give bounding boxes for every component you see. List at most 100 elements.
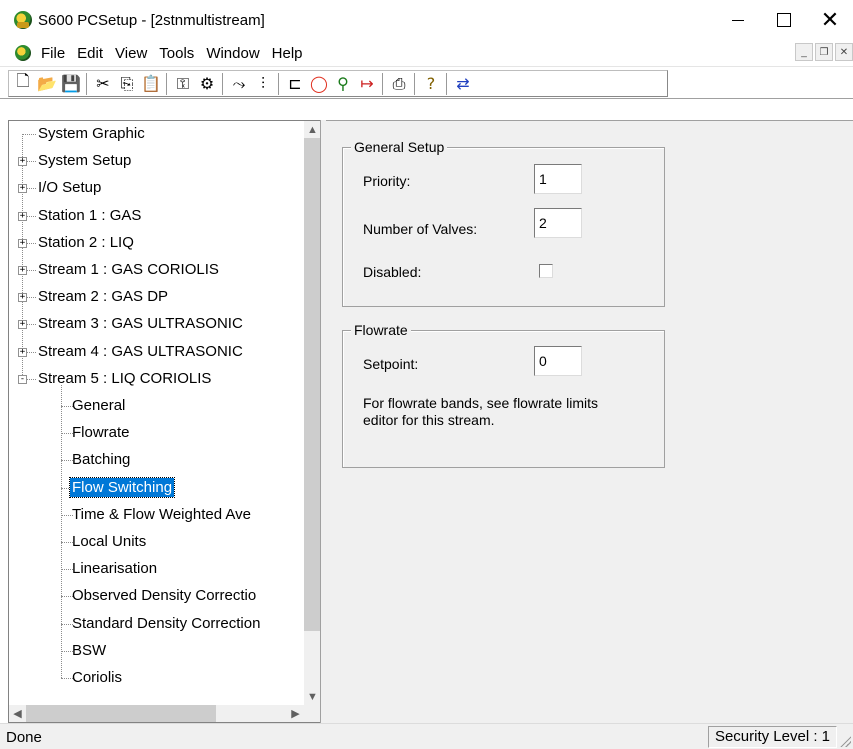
horizontal-scrollbar[interactable]: ◀ ▶ xyxy=(9,705,304,722)
expand-icon[interactable]: + xyxy=(18,320,27,330)
tree-node[interactable]: + System Setup xyxy=(9,149,304,173)
tree-child-node[interactable]: Batching xyxy=(9,448,304,472)
main-area: System Graphic + System Setup + I/O Setup + St… xyxy=(0,98,853,723)
menu-bar: File Edit View Tools Window Help _ ❐ ✕ xyxy=(0,40,853,66)
window-controls: ✕ xyxy=(715,0,853,40)
levels-icon[interactable]: ⫶ xyxy=(251,73,275,95)
tree-node[interactable]: + Station 1 : GAS xyxy=(9,204,304,228)
menu-window[interactable]: Window xyxy=(200,45,265,62)
tree-node[interactable]: + Stream 3 : GAS ULTRASONIC xyxy=(9,312,304,336)
tree-node-label: Station 1 : GAS xyxy=(38,206,142,224)
scroll-down-icon[interactable]: ▼ xyxy=(304,688,321,705)
tree-node-label: Local Units xyxy=(72,533,147,550)
tree-node-label: General xyxy=(72,397,126,414)
print-icon[interactable]: ⎙ xyxy=(387,73,411,95)
mdi-close-button[interactable]: ✕ xyxy=(835,43,853,61)
help-icon[interactable]: ? xyxy=(419,73,443,95)
expand-icon[interactable]: + xyxy=(18,238,27,248)
status-text: Done xyxy=(6,729,42,746)
title-bar: S600 PCSetup - [2stnmultistream] ✕ xyxy=(0,0,853,40)
tree-child-node[interactable]: Linearisation xyxy=(9,557,304,581)
menu-file[interactable]: File xyxy=(35,45,71,62)
disabled-checkbox[interactable] xyxy=(539,264,553,278)
expand-icon[interactable]: + xyxy=(18,211,27,221)
connect-icon[interactable]: ↦ xyxy=(355,73,379,95)
tree-child-node[interactable]: BSW xyxy=(9,639,304,663)
expand-icon[interactable]: + xyxy=(18,157,27,167)
expand-icon[interactable]: + xyxy=(18,293,27,303)
general-setup-group: General Setup Priority: Number of Valves… xyxy=(342,139,665,307)
open-icon[interactable]: 📂 xyxy=(35,73,59,95)
expand-icon[interactable]: + xyxy=(18,184,27,194)
new-icon[interactable]: 🗋 xyxy=(11,71,35,95)
tree-node-label: System Graphic xyxy=(38,125,145,142)
tree-child-node[interactable]: Flow Switching xyxy=(9,476,304,500)
document-icon[interactable] xyxy=(15,45,31,61)
tree-node-label: System Setup xyxy=(38,152,132,170)
tree-child-node[interactable]: Flowrate xyxy=(9,421,304,445)
maximize-button[interactable] xyxy=(761,0,807,40)
general-setup-legend: General Setup xyxy=(351,139,448,155)
cut-icon[interactable]: ✂ xyxy=(91,73,115,95)
app-icon[interactable] xyxy=(14,11,32,29)
expand-icon[interactable]: + xyxy=(18,266,27,275)
mdi-minimize-button[interactable]: _ xyxy=(795,43,813,61)
tree-node-label: Standard Density Correction xyxy=(72,614,261,632)
setpoint-input[interactable] xyxy=(534,346,582,376)
tree-node-label: BSW xyxy=(72,641,107,659)
tree-child-node[interactable]: Local Units xyxy=(9,530,304,554)
save-icon[interactable]: 💾 xyxy=(59,73,83,95)
tree-child-node[interactable]: Observed Density Correctio xyxy=(9,584,304,608)
scroll-left-icon[interactable]: ◀ xyxy=(9,705,26,722)
network-icon[interactable]: ⤳ xyxy=(227,73,251,95)
menu-tools[interactable]: Tools xyxy=(153,45,200,62)
plug-icon[interactable]: ⚲ xyxy=(331,73,355,95)
minimize-button[interactable] xyxy=(715,0,761,40)
close-button[interactable]: ✕ xyxy=(807,0,853,40)
tree-child-node[interactable]: Time & Flow Weighted Ave xyxy=(9,503,304,527)
tree-node[interactable]: - Stream 5 : LIQ CORIOLIS xyxy=(9,367,304,391)
menu-edit[interactable]: Edit xyxy=(71,45,109,62)
mdi-restore-button[interactable]: ❐ xyxy=(815,43,833,61)
ring-icon[interactable]: ◯ xyxy=(307,73,331,95)
tree-node[interactable]: + Stream 4 : GAS ULTRASONIC xyxy=(9,340,304,364)
collapse-icon[interactable]: - xyxy=(18,374,27,384)
find-icon[interactable]: ⚙ xyxy=(195,73,219,95)
tree-node-label: Time & Flow Weighted Ave xyxy=(72,505,251,523)
scroll-right-icon[interactable]: ▶ xyxy=(287,705,304,722)
tree-node[interactable]: System Graphic xyxy=(9,122,304,146)
tree-node[interactable]: + Stream 1 : GAS CORIOLIS xyxy=(9,258,304,282)
menu-help[interactable]: Help xyxy=(266,45,309,62)
window-title: S600 PCSetup - [2stnmultistream] xyxy=(38,11,265,29)
paste-icon[interactable]: 📋 xyxy=(139,73,163,95)
module-icon[interactable]: ⊏ xyxy=(283,73,307,95)
tree-node-label: Stream 2 : GAS DP xyxy=(38,288,169,306)
tree-node-label: Stream 4 : GAS ULTRASONIC xyxy=(38,342,243,360)
tree-node[interactable]: + Station 2 : LIQ xyxy=(9,231,304,255)
valves-input[interactable] xyxy=(534,208,582,238)
tree-view[interactable]: System Graphic + System Setup + I/O Setup + St… xyxy=(9,121,304,705)
vertical-scrollbar[interactable]: ▲ ▼ xyxy=(304,121,321,705)
tree-child-node[interactable]: General xyxy=(9,394,304,418)
setpoint-label: Setpoint: xyxy=(363,356,419,372)
transfer-icon[interactable]: ⇄ xyxy=(451,73,475,95)
tree-node-label: Coriolis xyxy=(72,669,123,686)
mdi-controls: _ ❐ ✕ xyxy=(793,43,853,61)
tree-panel: System Graphic + System Setup + I/O Setup + St… xyxy=(8,120,321,723)
menu-view[interactable]: View xyxy=(109,45,153,62)
horizontal-scroll-thumb[interactable] xyxy=(26,705,216,722)
scroll-up-icon[interactable]: ▲ xyxy=(304,121,321,138)
tree-node-label: Linearisation xyxy=(72,560,158,578)
vertical-scroll-thumb[interactable] xyxy=(304,138,321,631)
flowrate-note-line1: For flowrate bands, see flowrate limits xyxy=(363,395,598,411)
tree-node[interactable]: + Stream 2 : GAS DP xyxy=(9,285,304,309)
copy-icon[interactable]: ⎘ xyxy=(115,73,139,95)
key-icon[interactable]: ⚿ xyxy=(171,73,195,95)
priority-input[interactable] xyxy=(534,164,582,194)
tree-node[interactable]: + I/O Setup xyxy=(9,176,304,200)
tree-child-node[interactable]: Standard Density Correction xyxy=(9,612,304,636)
tree-node-label: Observed Density Correctio xyxy=(72,587,257,605)
resize-grip-icon[interactable] xyxy=(839,735,851,747)
tree-child-node[interactable]: Coriolis xyxy=(9,666,304,690)
expand-icon[interactable]: + xyxy=(18,347,27,357)
